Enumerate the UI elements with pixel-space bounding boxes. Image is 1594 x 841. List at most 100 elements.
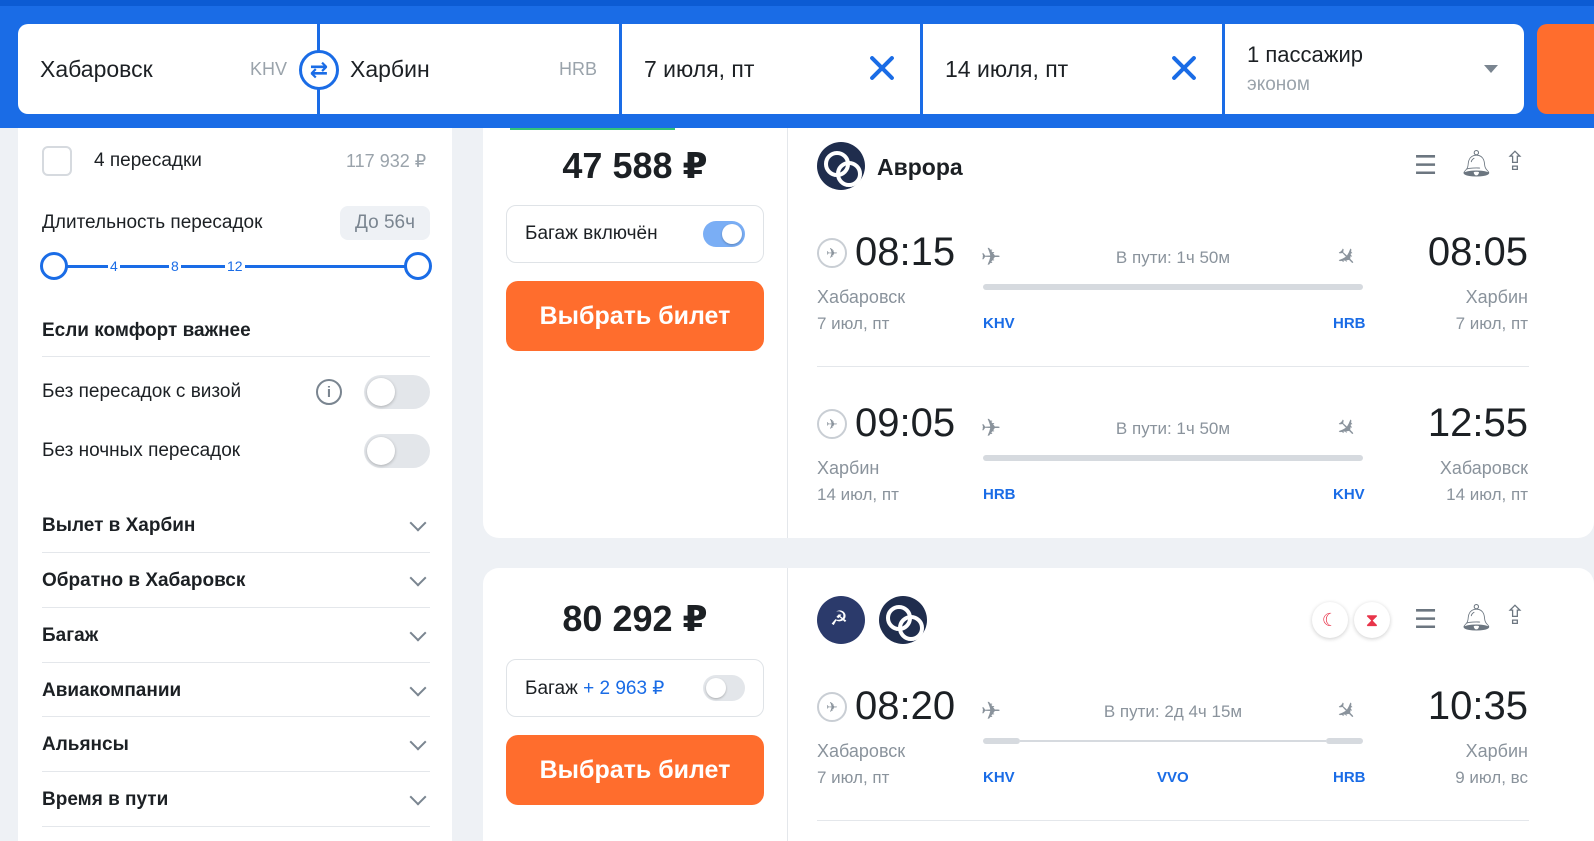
departure-code[interactable]: HRB [983, 486, 1016, 503]
departure-time: 08:20 [855, 684, 956, 728]
baggage-toggle[interactable] [703, 675, 745, 701]
select-ticket-button[interactable]: Выбрать билет [506, 735, 764, 805]
depart-date: 7 июля, пт [644, 55, 755, 82]
arrival-time: 12:55 [1427, 401, 1528, 445]
section-baggage[interactable]: Багаж [18, 608, 452, 662]
share-icon[interactable]: ⇪ [1504, 602, 1526, 628]
arrival-time: 08:05 [1427, 230, 1528, 274]
section-airlines[interactable]: Авиакомпании [18, 663, 452, 717]
divider [817, 820, 1529, 821]
destination-city: Харбин [350, 55, 430, 82]
arrival-code[interactable]: KHV [1333, 486, 1365, 503]
pin-icon[interactable]: ✈ [817, 409, 847, 439]
bell-icon[interactable]: 🔔︎ [1460, 150, 1493, 176]
baggage-label: Багаж + 2 963 ₽ [525, 677, 664, 700]
ticket-price: 80 292 ₽ [562, 598, 708, 639]
add-to-compare-icon[interactable]: ☰ [1414, 152, 1437, 178]
info-icon[interactable]: i [316, 379, 342, 405]
slider-tick: 8 [169, 258, 181, 274]
baggage-toggle[interactable] [703, 221, 745, 247]
layover-slider-min-handle[interactable] [40, 252, 68, 280]
destination-code: HRB [558, 58, 597, 79]
stops-4-label: 4 пересадки [94, 150, 202, 171]
transfer-code[interactable]: VVO [1157, 769, 1189, 786]
baggage-option[interactable]: Багаж включён [506, 205, 764, 263]
search-button[interactable] [1537, 24, 1594, 114]
section-travel-time[interactable]: Время в пути [18, 772, 452, 826]
departure-city: Хабаровск [817, 741, 906, 761]
night-flight-icon[interactable]: ☾ [1312, 602, 1348, 638]
select-ticket-button[interactable]: Выбрать билет [506, 281, 764, 351]
departure-date: 14 июл, пт [817, 485, 899, 504]
section-title: Альянсы [42, 734, 129, 755]
no-night-transfers-toggle[interactable] [364, 434, 430, 468]
chevron-down-icon [409, 514, 427, 532]
route-bar-segment [1326, 738, 1363, 744]
origin-field[interactable]: Хабаровск KHV [18, 24, 317, 114]
clear-depart-date-icon[interactable] [868, 54, 896, 82]
stops-4-price: 117 932 ₽ [346, 151, 427, 171]
search-bar: Хабаровск KHV Харбин HRB 7 июля, пт 14 и… [0, 0, 1594, 128]
arrival-date: 9 июл, вс [1455, 768, 1528, 787]
ticket-card: 80 292 ₽ Багаж + 2 963 ₽ Выбрать билет ☾… [483, 568, 1594, 841]
search-form: Хабаровск KHV Харбин HRB 7 июля, пт 14 и… [18, 24, 1524, 114]
section-departure[interactable]: Вылет в Харбин [18, 498, 452, 552]
passengers-count: 1 пассажир [1247, 42, 1363, 67]
departure-city: Хабаровск [817, 287, 906, 307]
no-visa-transfers-toggle[interactable] [364, 375, 430, 409]
section-title: Вылет в Харбин [42, 515, 196, 536]
baggage-label: Багаж включён [525, 223, 658, 244]
section-return[interactable]: Обратно в Хабаровск [18, 553, 452, 607]
clear-return-date-icon[interactable] [1170, 54, 1198, 82]
flight-duration: В пути: 2д 4ч 15м [1103, 702, 1243, 721]
section-title: Обратно в Хабаровск [42, 570, 246, 591]
arrival-code[interactable]: HRB [1333, 315, 1366, 332]
depart-date-field[interactable]: 7 июля, пт [622, 24, 920, 114]
section-title: Время в пути [42, 789, 169, 810]
chevron-down-icon [409, 679, 427, 697]
flight-duration: В пути: 1ч 50м [1115, 248, 1231, 267]
slider-tick: 12 [225, 258, 245, 274]
cabin-class: эконом [1247, 74, 1310, 95]
chevron-down-icon [409, 788, 427, 806]
arrival-city: Харбин [1465, 287, 1528, 307]
route-layover-line [1020, 740, 1326, 742]
no-night-transfers-label: Без ночных пересадок [42, 440, 241, 461]
share-icon[interactable]: ⇪ [1504, 148, 1526, 174]
arrival-time: 10:35 [1427, 684, 1528, 728]
stops-4-checkbox[interactable] [42, 146, 72, 176]
return-date-field[interactable]: 14 июля, пт [923, 24, 1222, 114]
card-divider [787, 568, 788, 841]
ticket-price: 47 588 ₽ [562, 145, 708, 186]
layover-duration-label: Длительность пересадок [42, 212, 263, 233]
return-date: 14 июля, пт [945, 55, 1069, 82]
departure-city: Харбин [817, 458, 880, 478]
destination-field[interactable]: Харбин HRB [320, 24, 619, 114]
pin-icon[interactable]: ✈ [817, 692, 847, 722]
aeroflot-logo-icon [817, 596, 865, 644]
passengers-field[interactable]: 1 пассажир эконом [1225, 24, 1524, 114]
baggage-option[interactable]: Багаж + 2 963 ₽ [506, 659, 764, 717]
departure-time: 08:15 [855, 230, 956, 274]
departure-code[interactable]: KHV [983, 315, 1015, 332]
divider [817, 366, 1529, 367]
filters-panel: 4 пересадки 117 932 ₽ Длительность перес… [18, 128, 452, 841]
origin-city: Хабаровск [40, 55, 153, 82]
origin-code: KHV [249, 58, 287, 79]
chevron-down-icon [409, 733, 427, 751]
route-bar [983, 455, 1363, 461]
layover-slider-max-handle[interactable] [404, 252, 432, 280]
aurora-logo-icon [817, 142, 865, 190]
departure-code[interactable]: KHV [983, 769, 1015, 786]
bell-icon[interactable]: 🔔︎ [1460, 604, 1493, 630]
airline-name: Аврора [877, 154, 963, 180]
baggage-text: Багаж [525, 678, 578, 699]
long-layover-icon[interactable]: ⧗ [1354, 602, 1390, 638]
layover-duration-value: До 56ч [340, 206, 430, 240]
section-title: Авиакомпании [42, 680, 182, 701]
swap-arrows-icon[interactable]: ⇄ [299, 50, 339, 90]
arrival-code[interactable]: HRB [1333, 769, 1366, 786]
pin-icon[interactable]: ✈ [817, 238, 847, 268]
add-to-compare-icon[interactable]: ☰ [1414, 606, 1437, 632]
section-alliances[interactable]: Альянсы [18, 717, 452, 771]
